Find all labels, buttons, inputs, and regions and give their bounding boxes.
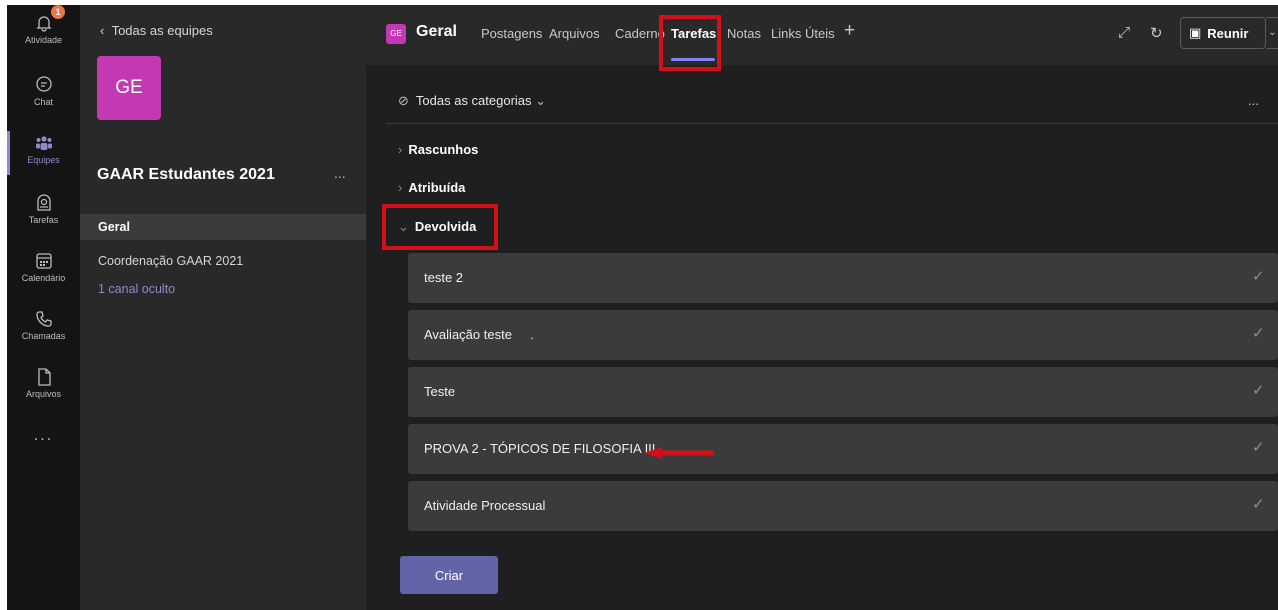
section-drafts[interactable]: › Rascunhos	[398, 142, 478, 157]
file-icon	[37, 368, 51, 386]
channel-avatar: GE	[386, 24, 406, 44]
tab-highlight-box	[659, 15, 721, 71]
video-camera-icon: ▣	[1189, 25, 1202, 40]
rail-item-activity[interactable]: 1 Atividade	[7, 5, 80, 61]
add-tab-button[interactable]: +	[844, 20, 855, 42]
team-avatar[interactable]: GE	[97, 56, 161, 120]
chat-icon	[35, 76, 52, 92]
channel-title: Geral	[416, 23, 457, 40]
section-label: Rascunhos	[408, 142, 479, 157]
section-assigned[interactable]: › Atribuída	[398, 180, 465, 195]
rail-label: Chamadas	[21, 331, 66, 341]
meet-button[interactable]: ▣ Reunir	[1180, 17, 1266, 49]
tab-arquivos[interactable]: Arquivos	[549, 26, 600, 41]
assignments-icon	[36, 194, 51, 211]
category-filter-label: Todas as categorias	[415, 93, 532, 108]
calendar-icon	[35, 253, 52, 269]
assignment-card[interactable]: Avaliação teste . ✓	[408, 310, 1278, 360]
main-content: GE Geral Postagens Arquivos Caderno Tare…	[366, 5, 1278, 610]
rail-item-teams[interactable]: Equipes	[7, 125, 80, 181]
chevron-right-icon: ›	[398, 142, 403, 157]
phone-icon	[35, 311, 52, 327]
tab-caderno[interactable]: Caderno	[615, 26, 665, 41]
tag-icon: ⊘	[398, 93, 409, 108]
assignment-title: Atividade Processual	[424, 498, 546, 513]
checkmark-icon: ✓	[1252, 325, 1265, 342]
bell-icon	[35, 16, 52, 32]
assignment-title: Avaliação teste .	[424, 327, 534, 342]
meet-dropdown-chevron-icon[interactable]: ⌄	[1266, 17, 1278, 49]
channel-item-coordenacao[interactable]: Coordenação GAAR 2021	[80, 248, 366, 274]
rail-label: Equipes	[27, 155, 60, 165]
back-label: Todas as equipes	[111, 23, 213, 38]
rail-item-files[interactable]: Arquivos	[7, 359, 80, 415]
red-arrow-annotation-icon	[644, 447, 714, 459]
teams-icon	[35, 136, 52, 150]
create-button[interactable]: Criar	[400, 556, 498, 594]
assignment-title: Teste	[424, 384, 456, 399]
more-apps-button[interactable]: ...	[7, 427, 80, 445]
assignment-title: PROVA 2 - TÓPICOS DE FILOSOFIA III	[424, 441, 656, 456]
assignment-card[interactable]: teste 2 ✓	[408, 253, 1278, 303]
chevron-right-icon: ›	[398, 180, 403, 195]
team-more-options-button[interactable]: ...	[334, 165, 346, 181]
meet-label: Reunir	[1207, 25, 1249, 41]
rail-label: Calendário	[21, 273, 66, 283]
assignment-card[interactable]: PROVA 2 - TÓPICOS DE FILOSOFIA III ✓	[408, 424, 1278, 474]
chevron-down-icon: ⌄	[535, 93, 547, 108]
window-frame-left	[0, 0, 7, 610]
team-panel: ‹ Todas as equipes GE GAAR Estudantes 20…	[80, 5, 366, 610]
tab-notas[interactable]: Notas	[727, 26, 761, 41]
rail-label: Chat	[33, 97, 53, 107]
rail-label: Arquivos	[25, 389, 61, 399]
assignment-card[interactable]: Teste ✓	[408, 367, 1278, 417]
rail-item-assignments[interactable]: Tarefas	[7, 185, 80, 241]
refresh-icon[interactable]: ↻	[1150, 24, 1163, 42]
checkmark-icon: ✓	[1252, 439, 1265, 456]
assignment-card[interactable]: Atividade Processual ✓	[408, 481, 1278, 531]
chevron-left-icon: ‹	[100, 23, 105, 38]
rail-label: Atividade	[24, 35, 63, 45]
team-name: GAAR Estudantes 2021	[97, 166, 275, 183]
expand-icon[interactable]: ⤢	[1118, 24, 1130, 41]
back-to-teams-link[interactable]: ‹ Todas as equipes	[100, 23, 213, 38]
hidden-channels-link[interactable]: 1 canal oculto	[80, 276, 366, 302]
returned-highlight-box	[382, 204, 498, 250]
divider	[386, 123, 1278, 124]
section-label: Atribuída	[408, 180, 466, 195]
category-filter[interactable]: ⊘ Todas as categorias ⌄	[398, 93, 546, 109]
activity-badge: 1	[51, 5, 65, 19]
checkmark-icon: ✓	[1252, 268, 1265, 285]
tab-postagens[interactable]: Postagens	[481, 26, 542, 41]
channel-header: GE Geral Postagens Arquivos Caderno Tare…	[366, 5, 1278, 71]
more-options-button[interactable]: ...	[1248, 93, 1259, 108]
rail-item-calendar[interactable]: Calendário	[7, 243, 80, 299]
rail-item-chat[interactable]: Chat	[7, 67, 80, 123]
checkmark-icon: ✓	[1252, 382, 1265, 399]
app-rail: 1 Atividade Chat Equipes Tarefas Calendá…	[7, 5, 80, 610]
checkmark-icon: ✓	[1252, 496, 1265, 513]
channel-item-geral[interactable]: Geral	[80, 214, 366, 240]
rail-label: Tarefas	[28, 215, 59, 225]
tab-links-uteis[interactable]: Links Úteis	[771, 26, 835, 41]
assignment-title: teste 2	[424, 270, 464, 285]
rail-item-calls[interactable]: Chamadas	[7, 301, 80, 357]
